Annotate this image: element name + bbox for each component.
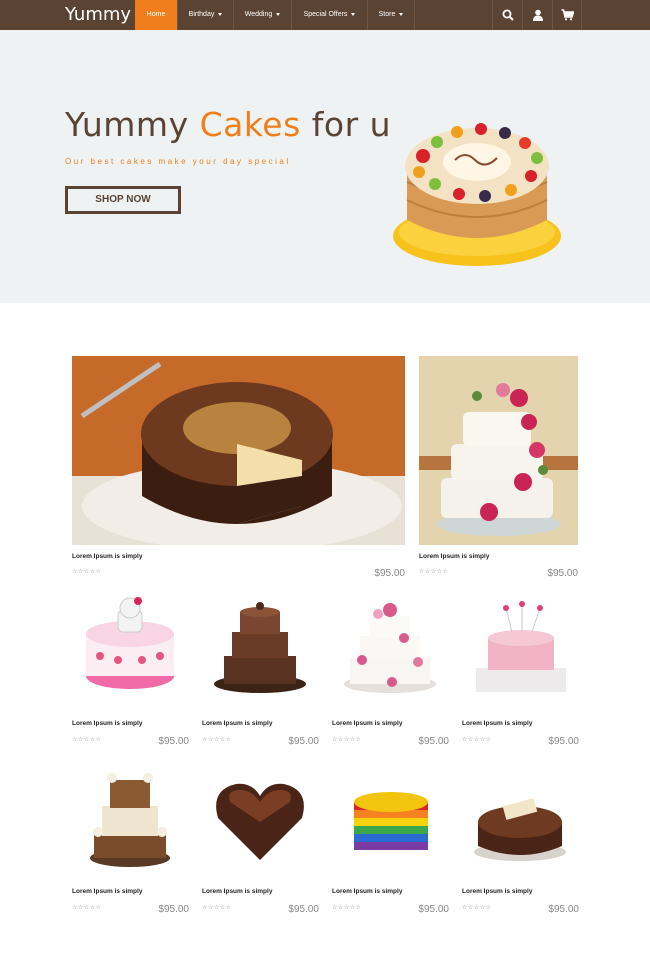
rating-stars: ☆☆☆☆☆ <box>72 905 102 911</box>
product-card[interactable]: Lorem Ipsum is simply ☆☆☆☆☆ $95.00 <box>462 594 579 749</box>
product-name[interactable]: Lorem Ipsum is simply <box>462 720 532 727</box>
brand-logo[interactable]: Yummy <box>65 4 131 25</box>
product-name[interactable]: Lorem Ipsum is simply <box>72 553 142 560</box>
product-price: $95.00 <box>548 736 579 747</box>
caret-down-icon <box>276 12 281 16</box>
hero-subtitle: Our best cakes make your day special <box>65 157 291 166</box>
product-card[interactable]: Lorem Ipsum is simply ☆☆☆☆☆ $95.00 <box>332 594 449 749</box>
pink-cake-image <box>462 594 579 709</box>
product-name[interactable]: Lorem Ipsum is simply <box>462 888 532 895</box>
wedding-cake-image <box>419 356 578 545</box>
product-card[interactable]: Lorem Ipsum is simply ☆☆☆☆☆ $95.00 <box>72 594 189 749</box>
product-price: $95.00 <box>548 904 579 915</box>
product-price: $95.00 <box>374 568 405 579</box>
birthday-cake-image <box>393 123 561 266</box>
cart-icon <box>561 9 574 21</box>
cart-button[interactable] <box>552 0 582 30</box>
caret-down-icon <box>399 12 404 16</box>
rainbow-cake-image <box>332 762 449 877</box>
rating-stars: ☆☆☆☆☆ <box>419 569 449 575</box>
product-card-featured[interactable]: Lorem Ipsum is simply ☆☆☆☆☆ $95.00 <box>72 356 405 581</box>
nav-special-offers[interactable]: Special Offers <box>291 0 367 30</box>
product-name[interactable]: Lorem Ipsum is simply <box>332 888 402 895</box>
chocolate-round-cake-image <box>462 762 579 877</box>
rating-stars: ☆☆☆☆☆ <box>462 905 492 911</box>
product-price: $95.00 <box>547 568 578 579</box>
user-icon <box>532 9 543 21</box>
product-price: $95.00 <box>418 904 449 915</box>
product-price: $95.00 <box>158 904 189 915</box>
hero-banner: Yummy Cakes for u Our best cakes make yo… <box>0 30 650 303</box>
nav-wedding[interactable]: Wedding <box>233 0 291 30</box>
product-name[interactable]: Lorem Ipsum is simply <box>202 888 272 895</box>
product-name[interactable]: Lorem Ipsum is simply <box>202 720 272 727</box>
account-button[interactable] <box>522 0 552 30</box>
rating-stars: ☆☆☆☆☆ <box>332 905 362 911</box>
product-price: $95.00 <box>288 736 319 747</box>
tiered-chocolate-cake-image <box>202 594 319 709</box>
caret-down-icon <box>218 12 223 16</box>
product-card[interactable]: Lorem Ipsum is simply ☆☆☆☆☆ $95.00 <box>332 762 449 917</box>
shop-now-button[interactable]: SHOP NOW <box>65 186 181 214</box>
product-name[interactable]: Lorem Ipsum is simply <box>72 720 142 727</box>
caret-down-icon <box>351 12 356 16</box>
hero-title: Yummy Cakes for u <box>65 105 392 144</box>
product-card-featured[interactable]: Lorem Ipsum is simply ☆☆☆☆☆ $95.00 <box>419 356 578 581</box>
rating-stars: ☆☆☆☆☆ <box>332 737 362 743</box>
birthday-tower-cake-image <box>72 762 189 877</box>
nav-home[interactable]: Home <box>135 0 177 30</box>
search-button[interactable] <box>492 0 522 30</box>
product-price: $95.00 <box>288 904 319 915</box>
nav-birthday[interactable]: Birthday <box>177 0 233 30</box>
nav-store[interactable]: Store <box>367 0 415 30</box>
search-icon <box>502 9 514 21</box>
product-card[interactable]: Lorem Ipsum is simply ☆☆☆☆☆ $95.00 <box>72 762 189 917</box>
hello-kitty-cake-image <box>72 594 189 709</box>
rating-stars: ☆☆☆☆☆ <box>202 737 232 743</box>
product-name[interactable]: Lorem Ipsum is simply <box>332 720 402 727</box>
product-price: $95.00 <box>418 736 449 747</box>
heart-chocolate-cake-image <box>202 762 319 877</box>
floral-white-cake-image <box>332 594 449 709</box>
rating-stars: ☆☆☆☆☆ <box>462 737 492 743</box>
rating-stars: ☆☆☆☆☆ <box>202 905 232 911</box>
product-card[interactable]: Lorem Ipsum is simply ☆☆☆☆☆ $95.00 <box>202 762 319 917</box>
product-card[interactable]: Lorem Ipsum is simply ☆☆☆☆☆ $95.00 <box>462 762 579 917</box>
product-card[interactable]: Lorem Ipsum is simply ☆☆☆☆☆ $95.00 <box>202 594 319 749</box>
product-name[interactable]: Lorem Ipsum is simply <box>72 888 142 895</box>
chocolate-cake-image <box>72 356 405 545</box>
rating-stars: ☆☆☆☆☆ <box>72 569 102 575</box>
rating-stars: ☆☆☆☆☆ <box>72 737 102 743</box>
top-navbar: Yummy Home Birthday Wedding Special Offe… <box>0 0 650 30</box>
product-name[interactable]: Lorem Ipsum is simply <box>419 553 489 560</box>
product-price: $95.00 <box>158 736 189 747</box>
